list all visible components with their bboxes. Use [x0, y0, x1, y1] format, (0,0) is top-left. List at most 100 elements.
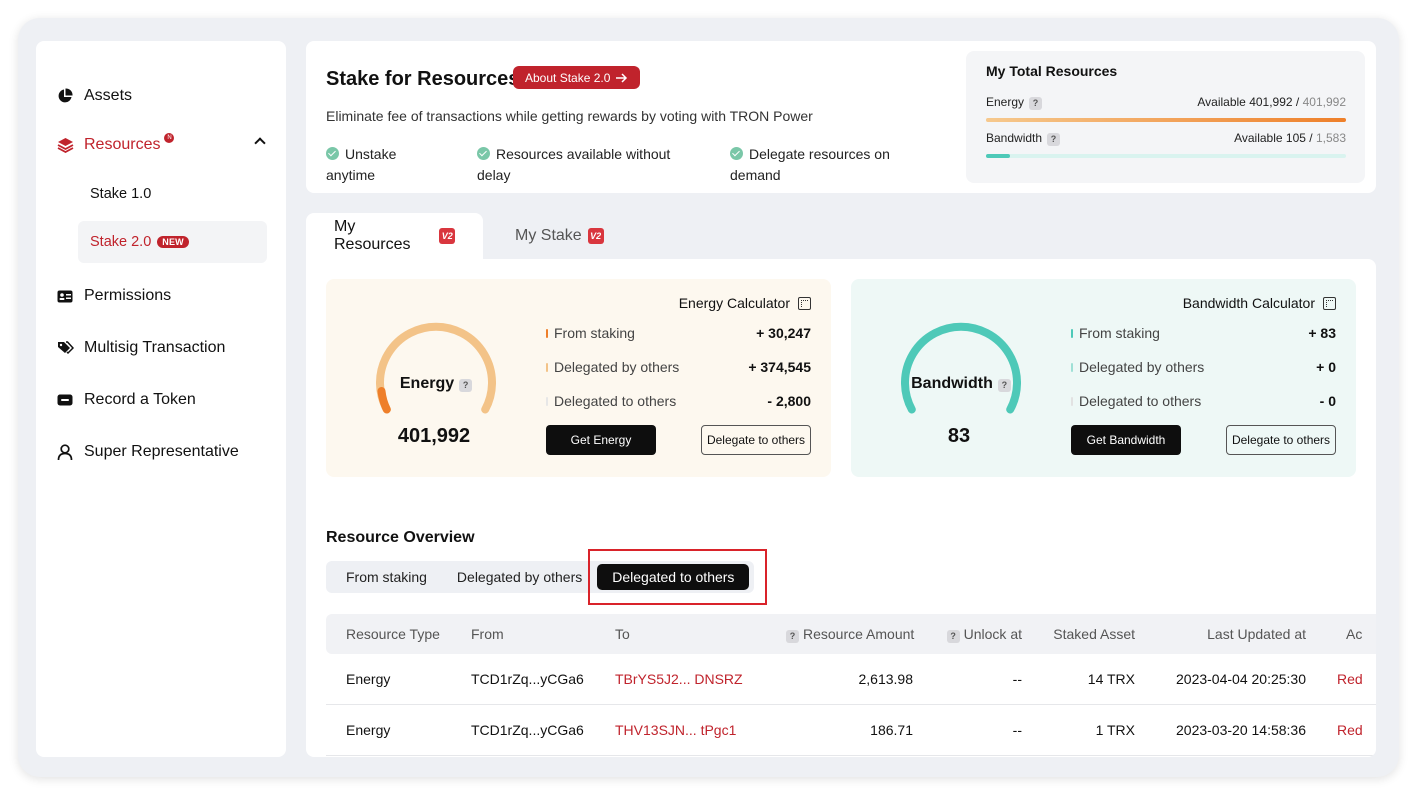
energy-title: Energy — [399, 375, 455, 392]
stat-label: Delegated by others — [1079, 359, 1205, 375]
stat-label: Delegated to others — [554, 393, 677, 409]
help-icon[interactable]: ? — [946, 629, 960, 643]
energy-stat-from-staking: From staking + 30,247 — [546, 325, 811, 341]
id-card-icon — [56, 287, 74, 305]
cell-from-address[interactable]: TCD1rZq...yCGa6 — [471, 671, 584, 687]
bandwidth-stat-from-staking: From staking + 83 — [1071, 325, 1336, 341]
sidebar-item-label: Permissions — [84, 287, 172, 304]
get-bandwidth-button[interactable]: Get Bandwidth — [1071, 425, 1181, 455]
tab-label: My Resources — [334, 218, 411, 253]
cell-unlock-at: -- — [1012, 671, 1022, 687]
table-row: Energy TCD1rZq...yCGa6 THV13SJN... tPgc1… — [326, 705, 1376, 756]
layers-icon — [56, 136, 74, 154]
feature-line: anytime — [326, 167, 376, 183]
total-resources-title: My Total Resources — [986, 63, 1118, 79]
energy-progress-fill — [986, 118, 1346, 122]
sidebar-item-record-token[interactable]: Record a Token — [56, 391, 196, 409]
feature-resources-available: Resources available without delay — [477, 144, 670, 186]
cell-to-address[interactable]: THV13SJN... tPgc1 — [615, 722, 736, 738]
cell-from-address[interactable]: TCD1rZq...yCGa6 — [471, 722, 584, 738]
energy-total-row: Energy? Available 401,992 / 401,992 — [986, 95, 1346, 110]
column-resource-type: Resource Type — [346, 626, 440, 642]
energy-calculator-button[interactable]: Energy Calculator — [679, 295, 811, 311]
table-header: Resource Type From To ? Resource Amount ?… — [326, 614, 1376, 654]
energy-delegate-button[interactable]: Delegate to others — [701, 425, 811, 455]
column-last-updated: Last Updated at — [1207, 626, 1306, 642]
feature-line: delay — [477, 167, 511, 183]
about-stake-button[interactable]: About Stake 2.0 — [513, 66, 641, 89]
new-badge: NEW — [157, 236, 189, 248]
stat-value: - 0 — [1319, 393, 1336, 409]
column-staked-asset: Staked Asset — [1053, 626, 1135, 642]
about-stake-label: About Stake 2.0 — [525, 70, 611, 85]
bandwidth-gauge — [901, 322, 1021, 414]
available-label: Available — [1197, 95, 1246, 109]
energy-gauge — [376, 322, 496, 414]
pie-chart-icon — [56, 87, 74, 105]
bandwidth-value: 83 — [947, 425, 971, 447]
column-resource-amount: ? Resource Amount — [786, 626, 914, 643]
bandwidth-available: 105 — [1285, 131, 1306, 145]
sidebar-item-multisig[interactable]: Multisig Transaction — [56, 339, 225, 357]
table-row: Energy TCD1rZq...yCGa6 TBrYS5J2... DNSRZ… — [326, 654, 1376, 705]
cell-to-address[interactable]: TBrYS5J2... DNSRZ — [615, 671, 743, 687]
page-subtitle: Eliminate fee of transactions while gett… — [326, 108, 813, 124]
stat-value: - 2,800 — [767, 393, 811, 409]
help-icon[interactable]: ? — [459, 378, 473, 392]
total-resources-panel: My Total Resources Energy? Available 401… — [966, 51, 1365, 183]
sidebar-item-label: Assets — [84, 87, 133, 104]
cell-staked-asset: 1 TRX — [1095, 722, 1135, 738]
tab-my-stake[interactable]: My Stake V2 — [487, 213, 632, 259]
stat-value: + 374,545 — [748, 359, 811, 375]
energy-stat-delegated-by-others: Delegated by others + 374,545 — [546, 359, 811, 375]
help-icon[interactable]: ? — [1029, 96, 1043, 110]
feature-line: Unstake — [345, 146, 397, 162]
cell-resource-amount: 186.71 — [870, 722, 913, 738]
sidebar-item-permissions[interactable]: Permissions — [56, 287, 171, 305]
get-energy-button[interactable]: Get Energy — [546, 425, 656, 455]
feature-line: Delegate resources on — [749, 146, 890, 162]
column-action: Ac — [1346, 626, 1363, 642]
help-icon[interactable]: ? — [786, 629, 799, 643]
sidebar-item-super-representative[interactable]: Super Representative — [56, 443, 239, 461]
stat-label: Delegated by others — [554, 359, 680, 375]
bandwidth-calculator-button[interactable]: Bandwidth Calculator — [1183, 295, 1336, 311]
help-icon[interactable]: ? — [997, 378, 1011, 392]
tab-my-resources[interactable]: My Resources V2 — [306, 213, 483, 259]
segment-delegated-by-others[interactable]: Delegated by others — [442, 564, 597, 590]
bandwidth-title: Bandwidth — [911, 375, 993, 392]
bandwidth-stat-delegated-by-others: Delegated by others + 0 — [1071, 359, 1336, 375]
stat-label: From staking — [554, 325, 635, 341]
cell-action-link[interactable]: Red — [1337, 671, 1363, 687]
column-to: To — [615, 626, 630, 642]
energy-card: Energy Calculator Energy? 401,992 From s… — [326, 279, 831, 477]
chevron-up-icon[interactable] — [254, 137, 266, 149]
energy-label: Energy — [986, 95, 1025, 109]
my-resources-panel: Energy Calculator Energy? 401,992 From s… — [306, 259, 1376, 757]
bandwidth-stat-delegated-to-others: Delegated to others - 0 — [1071, 393, 1336, 409]
sidebar-item-resources[interactable]: Resources N — [56, 133, 180, 154]
stat-value: + 0 — [1316, 359, 1336, 375]
column-unlock-at: ? Unlock at — [926, 626, 1022, 643]
segment-from-staking[interactable]: From staking — [331, 564, 442, 590]
energy-value: 401,992 — [397, 425, 471, 447]
arrow-right-icon — [616, 72, 628, 83]
bandwidth-delegate-button[interactable]: Delegate to others — [1226, 425, 1336, 455]
check-circle-icon — [326, 147, 339, 160]
v2-badge-icon: V2 — [439, 228, 455, 244]
cell-unlock-at: -- — [1012, 722, 1022, 738]
energy-gauge-label: Energy? — [326, 375, 546, 393]
cell-action-link[interactable]: Red — [1337, 722, 1363, 738]
stat-value: + 30,247 — [756, 325, 811, 341]
sidebar-subitem-stake-1[interactable]: Stake 1.0 — [78, 173, 267, 215]
calculator-icon — [798, 296, 811, 310]
cell-resource-type: Energy — [346, 671, 391, 687]
bandwidth-total-row: Bandwidth? Available 105 / 1,583 — [986, 131, 1346, 146]
sidebar-item-label: Resources — [84, 136, 161, 153]
help-icon[interactable]: ? — [1047, 132, 1061, 146]
sidebar-subitem-stake-2[interactable]: Stake 2.0 NEW — [78, 221, 267, 263]
cell-resource-type: Energy — [346, 722, 391, 738]
sidebar-item-assets[interactable]: Assets — [56, 87, 132, 105]
v2-badge-icon: V2 — [587, 228, 604, 244]
tab-label: My Stake — [515, 227, 582, 244]
